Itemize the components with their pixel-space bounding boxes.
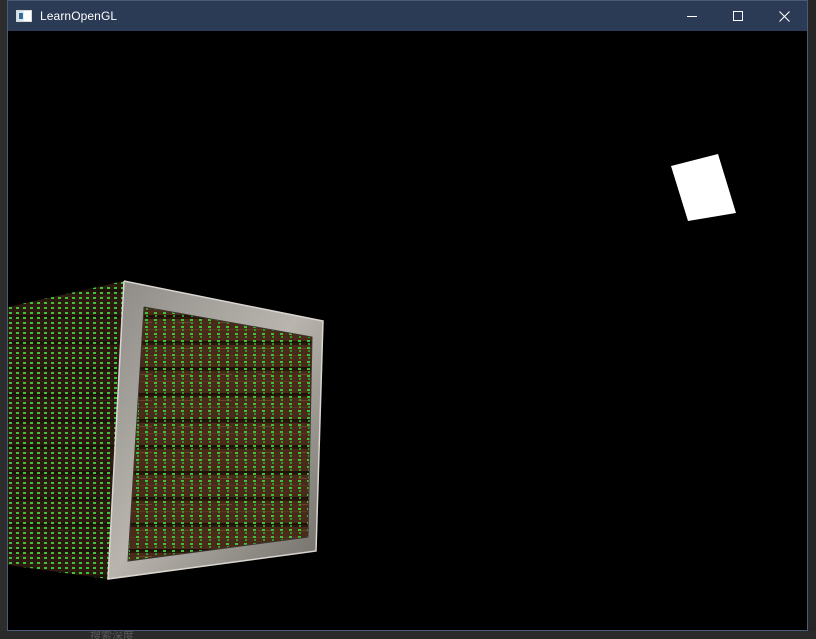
background-desktop-left xyxy=(0,0,7,639)
opengl-window[interactable]: LearnOpenGL xyxy=(7,0,808,631)
window-controls xyxy=(669,1,807,31)
window-app-icon[interactable] xyxy=(16,10,32,22)
close-icon xyxy=(778,10,790,22)
minimize-button[interactable] xyxy=(669,1,715,31)
crate-side-face xyxy=(8,281,124,579)
window-title: LearnOpenGL xyxy=(40,9,118,23)
background-search-hint: 搜索深度 xyxy=(90,631,134,639)
title-bar[interactable]: LearnOpenGL xyxy=(8,1,807,31)
maximize-icon xyxy=(733,11,743,21)
crate-front-face xyxy=(107,280,324,580)
scene-canvas xyxy=(8,154,736,580)
light-cube xyxy=(671,154,736,221)
minimize-icon xyxy=(687,16,697,17)
render-viewport[interactable] xyxy=(8,31,807,630)
maximize-button[interactable] xyxy=(715,1,761,31)
close-button[interactable] xyxy=(761,1,807,31)
background-desktop-right xyxy=(808,0,816,639)
background-app-strip: 搜索深度 xyxy=(0,631,816,639)
